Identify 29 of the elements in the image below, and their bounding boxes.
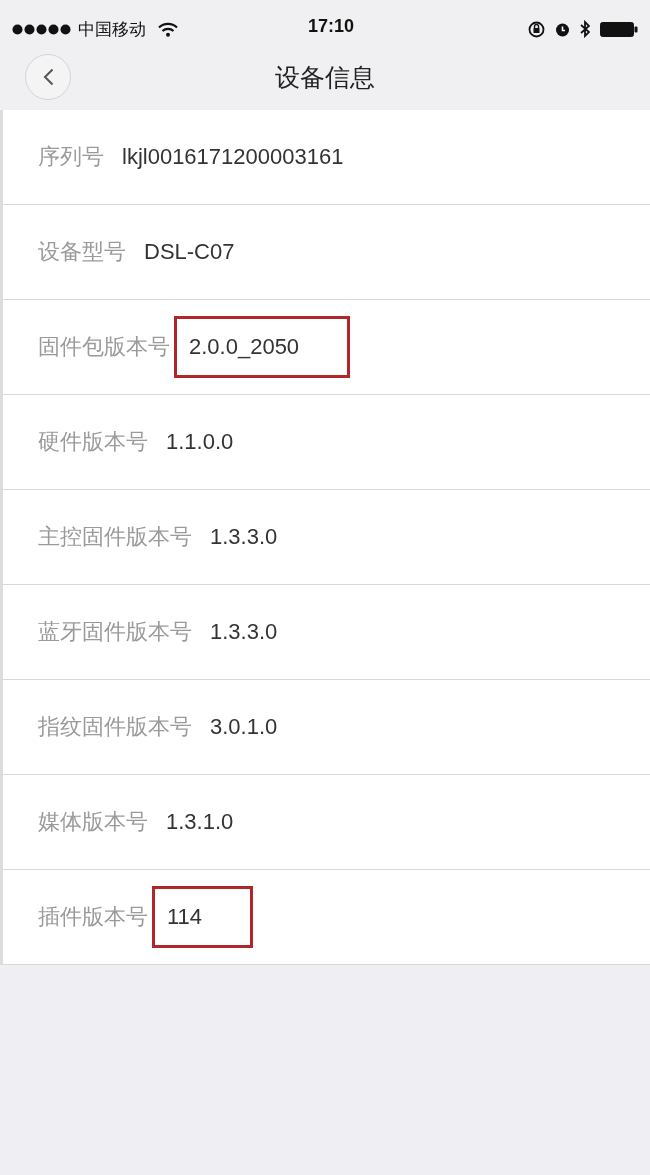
clock-icon	[555, 21, 570, 37]
value-text: DSL-C07	[144, 241, 235, 263]
wifi-icon	[158, 21, 178, 37]
field-label: 插件版本号	[38, 906, 148, 928]
value-text: 1.3.3.0	[210, 526, 278, 548]
value-text: 1.3.1.0	[166, 811, 234, 833]
field-label: 固件包版本号	[38, 336, 170, 358]
clock-time: 17:10	[308, 17, 355, 35]
bluetooth-icon	[580, 20, 590, 38]
chevron-left-icon	[42, 68, 54, 86]
value-text: 1.1.0.0	[166, 431, 234, 453]
battery-icon	[600, 21, 638, 37]
value-text: 1.3.3.0	[210, 621, 278, 643]
field-label: 序列号	[38, 146, 104, 168]
value-text: lkjl0016171200003161	[122, 146, 344, 168]
value-text: 2.0.0_2050	[189, 336, 300, 358]
lock-icon	[528, 20, 545, 38]
field-label: 蓝牙固件版本号	[38, 621, 192, 643]
value-text: 3.0.1.0	[210, 716, 278, 738]
field-label: 硬件版本号	[38, 431, 148, 453]
signal-dots-icon	[12, 23, 72, 35]
back-button[interactable]	[25, 54, 71, 100]
value-text: 114	[167, 906, 203, 928]
field-label: 媒体版本号	[38, 811, 148, 833]
field-label: 主控固件版本号	[38, 526, 192, 548]
field-label: 设备型号	[38, 241, 126, 263]
carrier-name: 中国移动	[78, 20, 146, 38]
page-title: 设备信息	[275, 64, 375, 90]
field-label: 指纹固件版本号	[38, 716, 192, 738]
